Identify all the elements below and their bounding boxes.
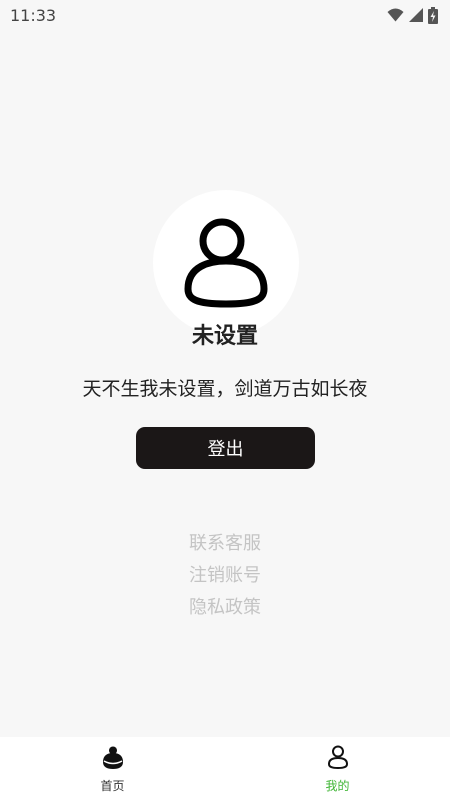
home-icon [100, 744, 126, 774]
motto: 天不生我未设置，剑道万古如长夜 [82, 378, 368, 400]
tab-home[interactable]: 首页 [0, 737, 225, 800]
links-list: 联系客服 注销账号 隐私政策 [0, 528, 450, 624]
wifi-icon [387, 8, 404, 22]
status-time: 11:33 [10, 5, 57, 25]
tab-bar: 首页 我的 [0, 737, 450, 800]
delete-account-link[interactable]: 注销账号 [189, 560, 261, 592]
battery-charging-icon [428, 6, 438, 24]
status-bar: 11:33 [0, 0, 450, 30]
logout-button[interactable]: 登出 [136, 427, 315, 469]
person-icon [325, 744, 351, 774]
person-avatar-icon [176, 211, 276, 315]
signal-icon [409, 8, 423, 22]
privacy-policy-link[interactable]: 隐私政策 [189, 592, 261, 624]
nickname: 未设置 [191, 324, 258, 349]
status-icons [387, 6, 438, 24]
avatar[interactable] [153, 190, 299, 336]
tab-home-label: 首页 [100, 779, 125, 793]
tab-mine[interactable]: 我的 [225, 737, 450, 800]
contact-support-link[interactable]: 联系客服 [189, 528, 261, 560]
tab-mine-label: 我的 [325, 779, 350, 793]
